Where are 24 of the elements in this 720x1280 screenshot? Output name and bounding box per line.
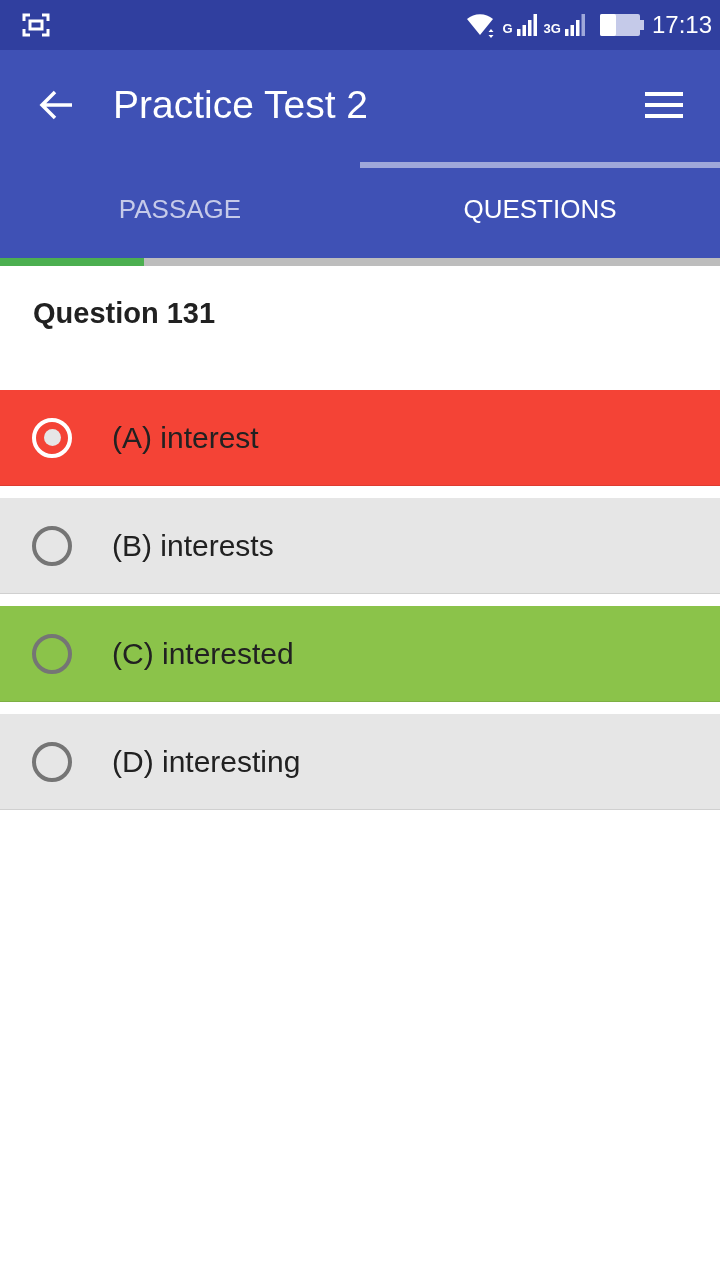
network-type-label: 3G (543, 22, 561, 35)
screenshot-icon (22, 13, 50, 37)
tab[interactable]: PASSAGE (0, 160, 360, 258)
status-time: 17:13 (651, 10, 712, 40)
answer-option[interactable]: (A) interest (0, 390, 720, 486)
radio-button[interactable] (32, 741, 72, 782)
radio-button[interactable] (32, 633, 72, 674)
answer-option[interactable]: (B) interests (0, 498, 720, 594)
tab[interactable]: QUESTIONS (360, 160, 720, 258)
answer-option[interactable]: (C) interested (0, 606, 720, 702)
battery-icon (599, 14, 644, 36)
radio-button[interactable] (32, 525, 72, 566)
menu-icon (645, 92, 683, 118)
option-label: (D) interesting (112, 744, 301, 780)
answer-option[interactable]: (D) interesting (0, 714, 720, 810)
option-label: (A) interest (112, 420, 259, 456)
signal-icon (515, 14, 538, 36)
network-type-label: G (502, 22, 513, 35)
option-label: (B) interests (112, 528, 274, 564)
toolbar-title: Practice Test 2 (113, 81, 369, 128)
signal-icon (563, 14, 586, 36)
back-arrow-icon (38, 89, 74, 121)
question-title: Question 131 (33, 297, 216, 329)
option-label: (C) interested (112, 636, 294, 672)
